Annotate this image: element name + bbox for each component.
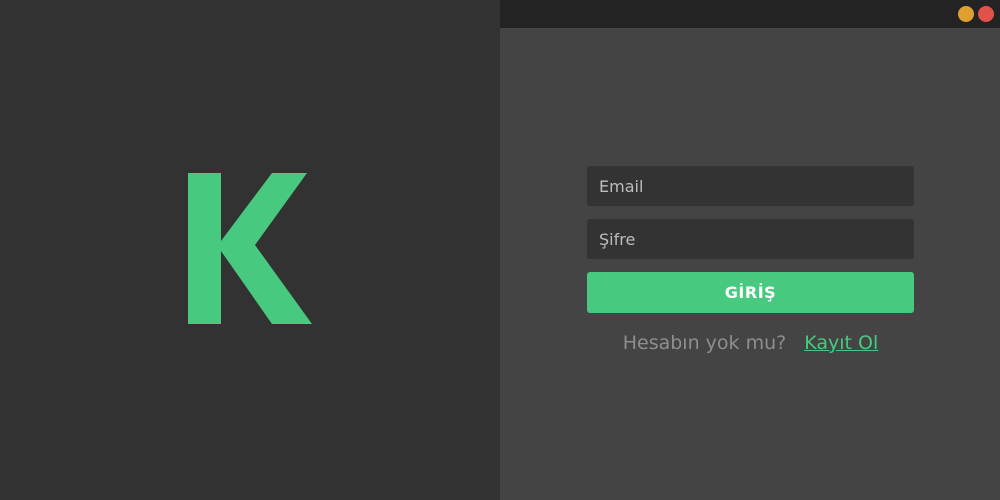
signup-row: Hesabın yok mu? Kayıt Ol	[587, 332, 914, 354]
login-button[interactable]: GİRİŞ	[587, 272, 914, 313]
signup-prompt: Hesabın yok mu?	[622, 332, 787, 354]
email-field[interactable]	[587, 166, 914, 206]
logo-k-icon	[188, 173, 312, 324]
login-form: GİRİŞ Hesabın yok mu? Kayıt Ol	[587, 166, 914, 354]
signup-link[interactable]: Kayıt Ol	[804, 332, 878, 354]
brand-panel	[0, 0, 500, 500]
login-panel: GİRİŞ Hesabın yok mu? Kayıt Ol	[500, 0, 1000, 500]
logo-k-arms	[221, 173, 312, 324]
password-field[interactable]	[587, 219, 914, 259]
minimize-button[interactable]	[958, 6, 974, 22]
logo-k-stem	[188, 173, 221, 324]
login-window: GİRİŞ Hesabın yok mu? Kayıt Ol	[0, 0, 1000, 500]
close-button[interactable]	[978, 6, 994, 22]
title-bar[interactable]	[500, 0, 1000, 28]
